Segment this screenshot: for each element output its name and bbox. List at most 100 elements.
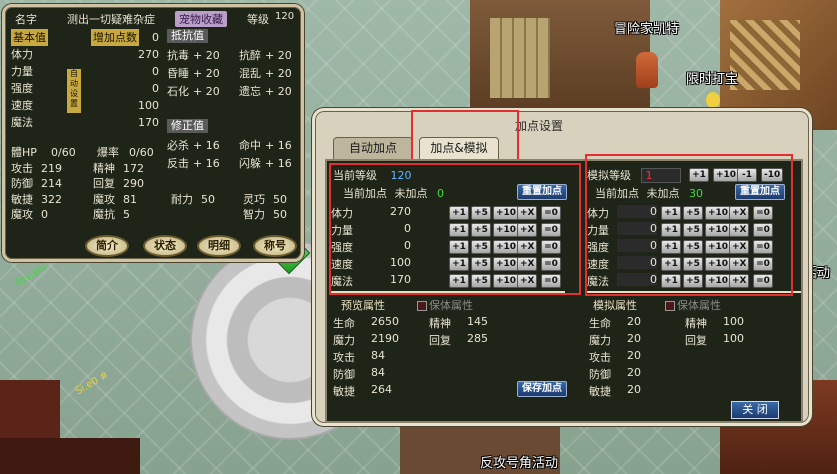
tab-status[interactable]: 状态: [143, 235, 187, 257]
left-1-step-plus10-button[interactable]: +10: [493, 223, 520, 237]
left-2-step-plus1-button[interactable]: +1: [449, 240, 469, 254]
left-1-step-plusx-button[interactable]: +X: [517, 223, 538, 237]
left-4-step-plus5-button[interactable]: +5: [471, 274, 491, 288]
left-2-step-plusx-button[interactable]: +X: [517, 240, 538, 254]
tab-intro[interactable]: 简介: [85, 235, 129, 257]
npc-pet[interactable]: [706, 92, 720, 108]
character-header: 名字 测出一切疑难杂症 宠物收藏 等级 120: [11, 11, 295, 27]
right-2-step-plus1-button[interactable]: +1: [661, 240, 681, 254]
sim-reset-points-button[interactable]: 重置加点: [735, 184, 785, 200]
left-4-step-plus10-button[interactable]: +10: [493, 274, 520, 288]
left-2-step-zero-button[interactable]: =0: [541, 240, 561, 254]
actual-attr-checkbox[interactable]: [417, 301, 427, 311]
resist-label: 遗忘: [239, 85, 261, 98]
left-0-step-plusx-button[interactable]: +X: [517, 206, 538, 220]
close-button[interactable]: 关 闭: [731, 401, 779, 419]
left-3-step-plus10-button[interactable]: +10: [493, 257, 520, 271]
left-attr-value: 0: [404, 222, 411, 235]
right-3-step-zero-button[interactable]: =0: [753, 257, 773, 271]
right-2-step-plus5-button[interactable]: +5: [683, 240, 703, 254]
tab-detail[interactable]: 明细: [197, 235, 241, 257]
sim-level-input[interactable]: 1: [640, 168, 681, 183]
right-1-step-zero-button[interactable]: =0: [753, 223, 773, 237]
left-3-step-plusx-button[interactable]: +X: [517, 257, 538, 271]
derived-value: 5: [123, 208, 130, 221]
right-3-step-plus1-button[interactable]: +1: [661, 257, 681, 271]
right-2-step-plus10-button[interactable]: +10: [705, 240, 732, 254]
character-title: 测出一切疑难杂症: [67, 13, 155, 26]
left-3-step-plus5-button[interactable]: +5: [471, 257, 491, 271]
left-attr-label: 魔法: [331, 275, 353, 288]
alloc-body: 当前等级 120 当前加点 未加点 0 重置加点 体力 270 +1 +5 +10 +X =…: [325, 159, 803, 423]
left-2-step-plus5-button[interactable]: +5: [471, 240, 491, 254]
left-4-step-plus1-button[interactable]: +1: [449, 274, 469, 288]
right-4-step-plus5-button[interactable]: +5: [683, 274, 703, 288]
tab-points-simulate[interactable]: 加点&模拟: [419, 137, 499, 159]
right-0-step-plus1-button[interactable]: +1: [661, 206, 681, 220]
left-4-step-zero-button[interactable]: =0: [541, 274, 561, 288]
left-3-step-zero-button[interactable]: =0: [541, 257, 561, 271]
npc-adventurer[interactable]: [636, 52, 658, 88]
right-0-step-plusx-button[interactable]: +X: [729, 206, 750, 220]
right-2-step-plusx-button[interactable]: +X: [729, 240, 750, 254]
current-level-value: 120: [390, 169, 412, 182]
sim-level-minus10-button[interactable]: -10: [761, 168, 784, 182]
base-stat-value: 100: [138, 99, 159, 112]
right-1-step-plusx-button[interactable]: +X: [729, 223, 750, 237]
left-0-step-plus10-button[interactable]: +10: [493, 206, 520, 220]
left-preview-label: 防御: [333, 368, 355, 381]
right-3-step-plus10-button[interactable]: +10: [705, 257, 732, 271]
right-4-step-plusx-button[interactable]: +X: [729, 274, 750, 288]
derived-row: 攻击 219 精神 172: [11, 161, 301, 177]
base-stat-label: 强度: [11, 82, 33, 95]
resist-value: + 20: [265, 49, 292, 62]
right-0-step-zero-button[interactable]: =0: [753, 206, 773, 220]
right-4-step-plus10-button[interactable]: +10: [705, 274, 732, 288]
left-1-step-plus5-button[interactable]: +5: [471, 223, 491, 237]
left-2-step-plus10-button[interactable]: +10: [493, 240, 520, 254]
sim-attr-tab[interactable]: 模拟属性: [593, 297, 637, 313]
base-stat-value: 0: [152, 65, 159, 78]
derived-value: 214: [41, 177, 62, 190]
right-1-step-plus10-button[interactable]: +10: [705, 223, 732, 237]
derived-label: 智力: [243, 208, 265, 221]
tab-auto-points[interactable]: 自动加点: [333, 137, 413, 159]
sim-level-minus1-button[interactable]: -1: [737, 168, 757, 182]
right-1-step-plus5-button[interactable]: +5: [683, 223, 703, 237]
right-0-step-plus10-button[interactable]: +10: [705, 206, 732, 220]
tab-title[interactable]: 称号: [253, 235, 297, 257]
sim-level-plus10-button[interactable]: +10: [713, 168, 740, 182]
left-4-step-plusx-button[interactable]: +X: [517, 274, 538, 288]
auto-setting-tab[interactable]: 自动设置: [67, 69, 81, 113]
right-preview-value: 20: [627, 366, 641, 379]
right-4-step-plus1-button[interactable]: +1: [661, 274, 681, 288]
save-points-button[interactable]: 保存加点: [517, 381, 567, 397]
pet-collection-button[interactable]: 宠物收藏: [175, 11, 227, 27]
sim-level-plus1-button[interactable]: +1: [689, 168, 709, 182]
left-1-step-zero-button[interactable]: =0: [541, 223, 561, 237]
sim-actual-attr-checkbox[interactable]: [665, 301, 675, 311]
right-preview-value: 20: [627, 332, 641, 345]
derived-value: 50: [273, 192, 287, 206]
left-3-step-plus1-button[interactable]: +1: [449, 257, 469, 271]
preview-attr-tab[interactable]: 预览属性: [341, 297, 385, 313]
right-attr-label: 体力: [587, 207, 609, 220]
actual-attr-tab[interactable]: 保体属性: [417, 297, 473, 313]
right-3-step-plusx-button[interactable]: +X: [729, 257, 750, 271]
left-0-step-plus5-button[interactable]: +5: [471, 206, 491, 220]
right-preview-label: 生命: [589, 317, 611, 330]
sim-actual-attr-tab[interactable]: 保体属性: [665, 297, 721, 313]
left-1-step-plus1-button[interactable]: +1: [449, 223, 469, 237]
right-3-step-plus5-button[interactable]: +5: [683, 257, 703, 271]
left-0-step-zero-button[interactable]: =0: [541, 206, 561, 220]
right-2-step-zero-button[interactable]: =0: [753, 240, 773, 254]
left-0-step-plus1-button[interactable]: +1: [449, 206, 469, 220]
right-1-step-plus1-button[interactable]: +1: [661, 223, 681, 237]
right-0-step-plus5-button[interactable]: +5: [683, 206, 703, 220]
left-attr-value: 170: [390, 273, 411, 286]
reset-points-button[interactable]: 重置加点: [517, 184, 567, 200]
bonus-label: 增加点数: [91, 29, 139, 46]
sim-points-label: 当前加点: [595, 187, 639, 200]
right-4-step-zero-button[interactable]: =0: [753, 274, 773, 288]
right-preview-value: 20: [627, 315, 641, 328]
